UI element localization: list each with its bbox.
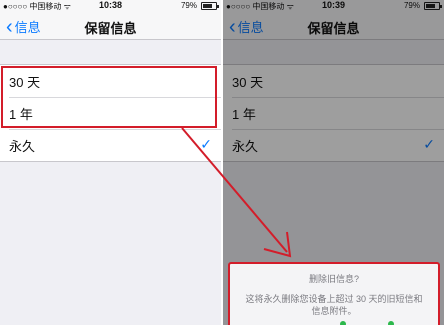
navigation-bar: ‹ 信息 保留信息 bbox=[0, 12, 221, 40]
delete-confirm-sheet: 删除旧信息? 这将永久删除您设备上超过 30 天的旧短信和信息附件。 bbox=[228, 262, 440, 325]
page-title: 保留信息 bbox=[84, 21, 137, 36]
left-phone-screen: ●○○○○ 中国移动 ᯤ 10:38 79% ‹ 信息 保留信息 30 天 1 … bbox=[0, 0, 221, 325]
sheet-message: 这将永久删除您设备上超过 30 天的旧短信和信息附件。 bbox=[245, 294, 423, 316]
option-label: 永久 bbox=[9, 138, 36, 154]
confirm-button[interactable] bbox=[340, 321, 346, 325]
battery-icon bbox=[201, 2, 219, 10]
cancel-button[interactable] bbox=[388, 321, 394, 325]
checkmark-icon: ✓ bbox=[200, 136, 212, 152]
option-forever[interactable]: 永久 ✓ bbox=[0, 129, 221, 161]
battery-percent: 79% bbox=[180, 1, 197, 10]
sheet-title: 删除旧信息? bbox=[308, 274, 359, 284]
annotation-highlight-box bbox=[1, 66, 217, 128]
right-phone-screen: ●○○○○ 中国移动 ᯤ 10:39 79% ‹ 信息 保留信息 30 天 1 … bbox=[223, 0, 444, 325]
status-bar: ●○○○○ 中国移动 ᯤ 10:38 79% bbox=[0, 0, 221, 12]
